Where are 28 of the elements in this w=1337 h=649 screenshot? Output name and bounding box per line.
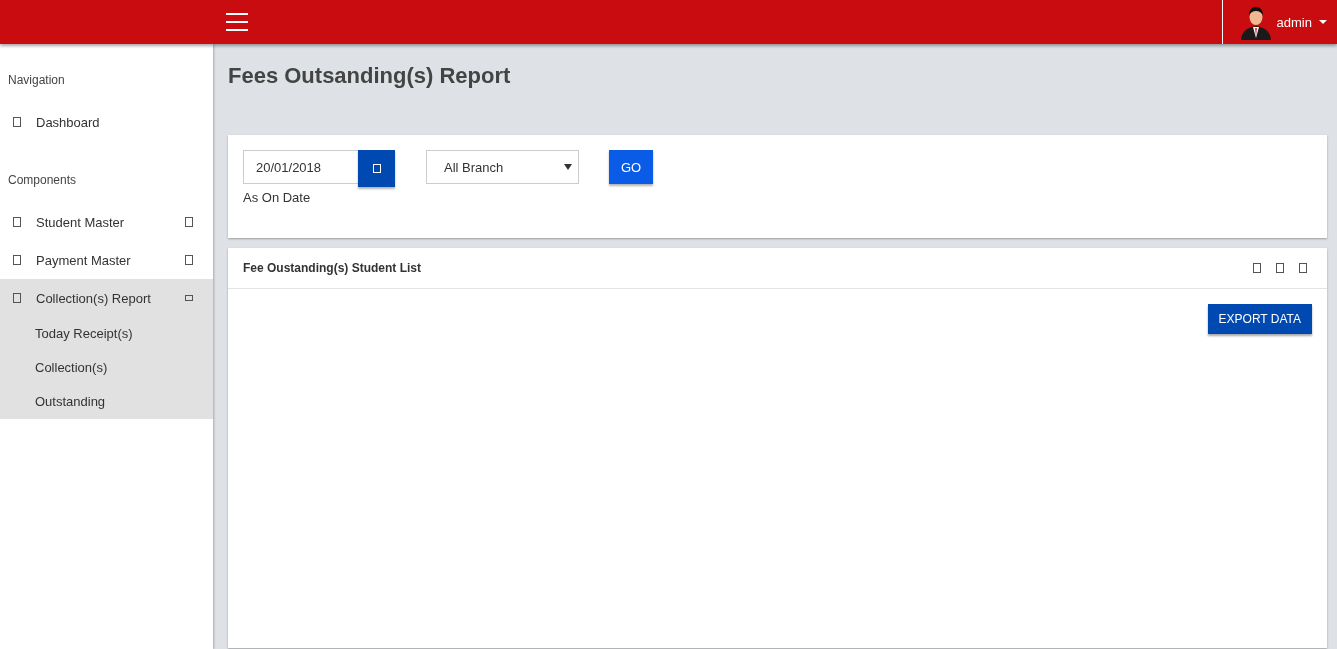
sidebar-item[interactable]: Collection(s) Report <box>0 279 213 317</box>
export-button[interactable]: EXPORT DATA <box>1207 304 1312 334</box>
sidebar-item[interactable]: Dashboard <box>0 103 213 141</box>
menu-button[interactable] <box>226 13 248 31</box>
branch-dropdown[interactable]: All Branch <box>426 150 579 184</box>
avatar-icon <box>1238 4 1273 40</box>
user-menu[interactable]: admin <box>1221 0 1337 44</box>
field-label: As On Date <box>243 190 312 205</box>
sidebar-subitem[interactable]: Outstanding <box>0 385 213 419</box>
square-icon[interactable] <box>1253 263 1261 273</box>
section-heading: Components <box>7 172 78 189</box>
sidebar-subitem[interactable]: Collection(s) <box>0 351 213 385</box>
square-icon <box>13 255 21 265</box>
caret-icon <box>1319 20 1327 24</box>
go-button[interactable]: GO <box>609 150 653 184</box>
panel-title: Fee Oustanding(s) Student List <box>243 261 421 275</box>
section-heading: Navigation <box>7 72 66 89</box>
square-icon <box>13 217 21 227</box>
date-field[interactable]: 20/01/2018 <box>243 150 358 184</box>
sidebar-subitem[interactable]: Today Receipt(s) <box>0 317 213 351</box>
square-icon <box>13 293 21 303</box>
square-icon[interactable] <box>1299 263 1307 273</box>
page-title: Fees Outsanding(s) Report <box>228 63 512 89</box>
square-icon[interactable] <box>1276 263 1284 273</box>
square-icon <box>13 117 21 127</box>
sidebar-item[interactable]: Student Master <box>0 203 213 241</box>
sidebar-item[interactable]: Payment Master <box>0 241 213 279</box>
calendar-button[interactable] <box>358 150 395 187</box>
